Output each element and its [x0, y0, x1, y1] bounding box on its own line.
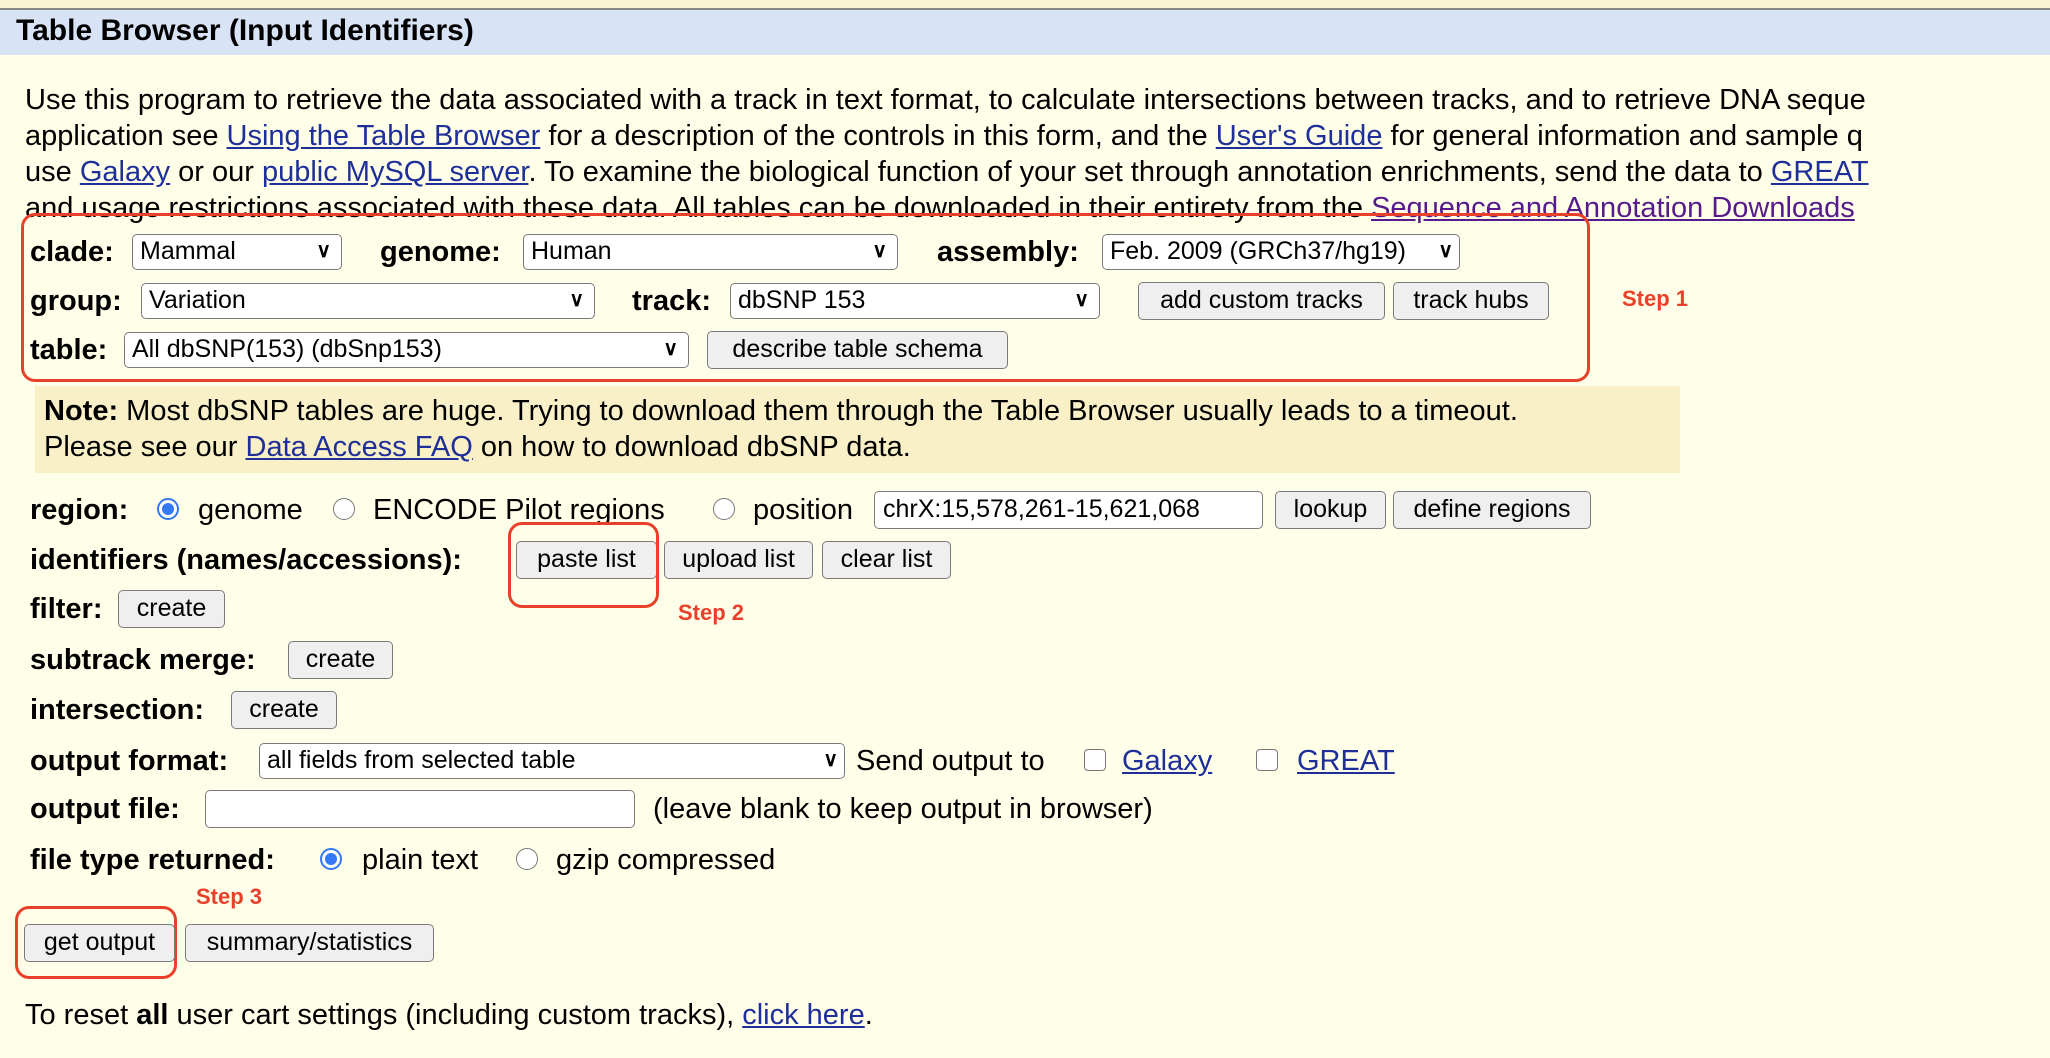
region-genome-radio[interactable]	[157, 498, 179, 520]
step3-label: Step 3	[196, 884, 263, 909]
step1-label: Step 1	[1622, 286, 1689, 311]
chevron-down-icon: ∨	[872, 240, 887, 262]
reset-cart-text: To reset all user cart settings (includi…	[25, 999, 873, 1031]
group-select[interactable]: Variation ∨	[141, 283, 595, 319]
genome-select[interactable]: Human ∨	[523, 234, 898, 270]
users-guide-link[interactable]: User's Guide	[1216, 120, 1383, 152]
intro-paragraph: Use this program to retrieve the data as…	[25, 82, 2050, 226]
filter-label: filter:	[30, 593, 103, 625]
intro-line-2: application see Using the Table Browser …	[25, 120, 1863, 152]
galaxy-link[interactable]: Galaxy	[80, 156, 170, 188]
describe-table-schema-button[interactable]: describe table schema	[707, 331, 1008, 369]
intersection-label: intersection:	[30, 694, 205, 726]
track-label: track:	[632, 285, 711, 317]
step2-highlight-box	[508, 522, 659, 608]
intersection-create-button[interactable]: create	[231, 691, 337, 729]
identifiers-label: identifiers (names/accessions):	[30, 544, 462, 576]
chevron-down-icon: ∨	[1074, 289, 1089, 311]
gzip-label: gzip compressed	[556, 844, 776, 876]
using-table-browser-link[interactable]: Using the Table Browser	[227, 120, 541, 152]
intro-line-1: Use this program to retrieve the data as…	[25, 84, 1866, 116]
summary-statistics-button[interactable]: summary/statistics	[185, 924, 434, 962]
genome-label: genome:	[380, 236, 501, 268]
region-genome-label: genome	[198, 494, 303, 526]
table-label: table:	[30, 334, 108, 366]
data-access-faq-link[interactable]: Data Access FAQ	[246, 431, 473, 463]
page-header: Table Browser (Input Identifiers)	[0, 10, 2050, 55]
output-file-label: output file:	[30, 793, 180, 825]
great-checkbox[interactable]	[1256, 749, 1278, 771]
output-format-select[interactable]: all fields from selected table ∨	[259, 743, 845, 779]
output-format-label: output format:	[30, 745, 229, 777]
chevron-down-icon: ∨	[569, 289, 584, 311]
plain-text-radio[interactable]	[320, 848, 342, 870]
galaxy-checkbox[interactable]	[1084, 749, 1106, 771]
file-type-label: file type returned:	[30, 844, 275, 876]
assembly-select[interactable]: Feb. 2009 (GRCh37/hg19) ∨	[1102, 234, 1460, 270]
output-file-hint: (leave blank to keep output in browser)	[653, 793, 1153, 825]
subtrack-merge-label: subtrack merge:	[30, 644, 256, 676]
great-output-link[interactable]: GREAT	[1297, 743, 1395, 779]
clade-label: clade:	[30, 236, 114, 268]
group-label: group:	[30, 285, 122, 317]
great-link[interactable]: GREAT	[1771, 156, 1869, 188]
gzip-radio[interactable]	[516, 848, 538, 870]
chevron-down-icon: ∨	[823, 749, 838, 771]
dbsnp-note: Note: Most dbSNP tables are huge. Trying…	[35, 386, 1680, 473]
position-input[interactable]: chrX:15,578,261-15,621,068	[874, 491, 1263, 529]
intro-line-3: use Galaxy or our public MySQL server. T…	[25, 156, 1869, 188]
track-select[interactable]: dbSNP 153 ∨	[730, 283, 1100, 319]
filter-create-button[interactable]: create	[118, 590, 225, 628]
chevron-down-icon: ∨	[316, 240, 331, 262]
define-regions-button[interactable]: define regions	[1393, 491, 1591, 529]
subtrack-merge-create-button[interactable]: create	[288, 641, 393, 679]
chevron-down-icon: ∨	[663, 338, 678, 360]
page-title: Table Browser (Input Identifiers)	[16, 14, 474, 47]
plain-text-label: plain text	[362, 844, 479, 876]
reset-click-here-link[interactable]: click here	[742, 999, 865, 1031]
clear-list-button[interactable]: clear list	[822, 541, 951, 579]
region-encode-radio[interactable]	[333, 498, 355, 520]
lookup-button[interactable]: lookup	[1275, 491, 1386, 529]
output-file-input[interactable]	[205, 790, 635, 828]
top-strip	[0, 0, 2050, 10]
region-label: region:	[30, 494, 129, 526]
note-line-2: Please see our Data Access FAQ on how to…	[44, 431, 911, 463]
table-select[interactable]: All dbSNP(153) (dbSnp153) ∨	[124, 332, 689, 368]
send-output-label: Send output to	[856, 745, 1045, 777]
clade-select[interactable]: Mammal ∨	[132, 234, 342, 270]
add-custom-tracks-button[interactable]: add custom tracks	[1138, 282, 1385, 320]
public-mysql-link[interactable]: public MySQL server	[262, 156, 528, 188]
track-hubs-button[interactable]: track hubs	[1393, 282, 1549, 320]
get-output-button[interactable]: get output	[24, 924, 175, 962]
region-position-label: position	[753, 494, 853, 526]
assembly-label: assembly:	[937, 236, 1079, 268]
upload-list-button[interactable]: upload list	[664, 541, 813, 579]
step2-label: Step 2	[678, 600, 745, 625]
galaxy-output-link[interactable]: Galaxy	[1122, 743, 1212, 779]
chevron-down-icon: ∨	[1438, 240, 1453, 262]
region-position-radio[interactable]	[713, 498, 735, 520]
note-line-1: Note: Most dbSNP tables are huge. Trying…	[44, 395, 1518, 427]
